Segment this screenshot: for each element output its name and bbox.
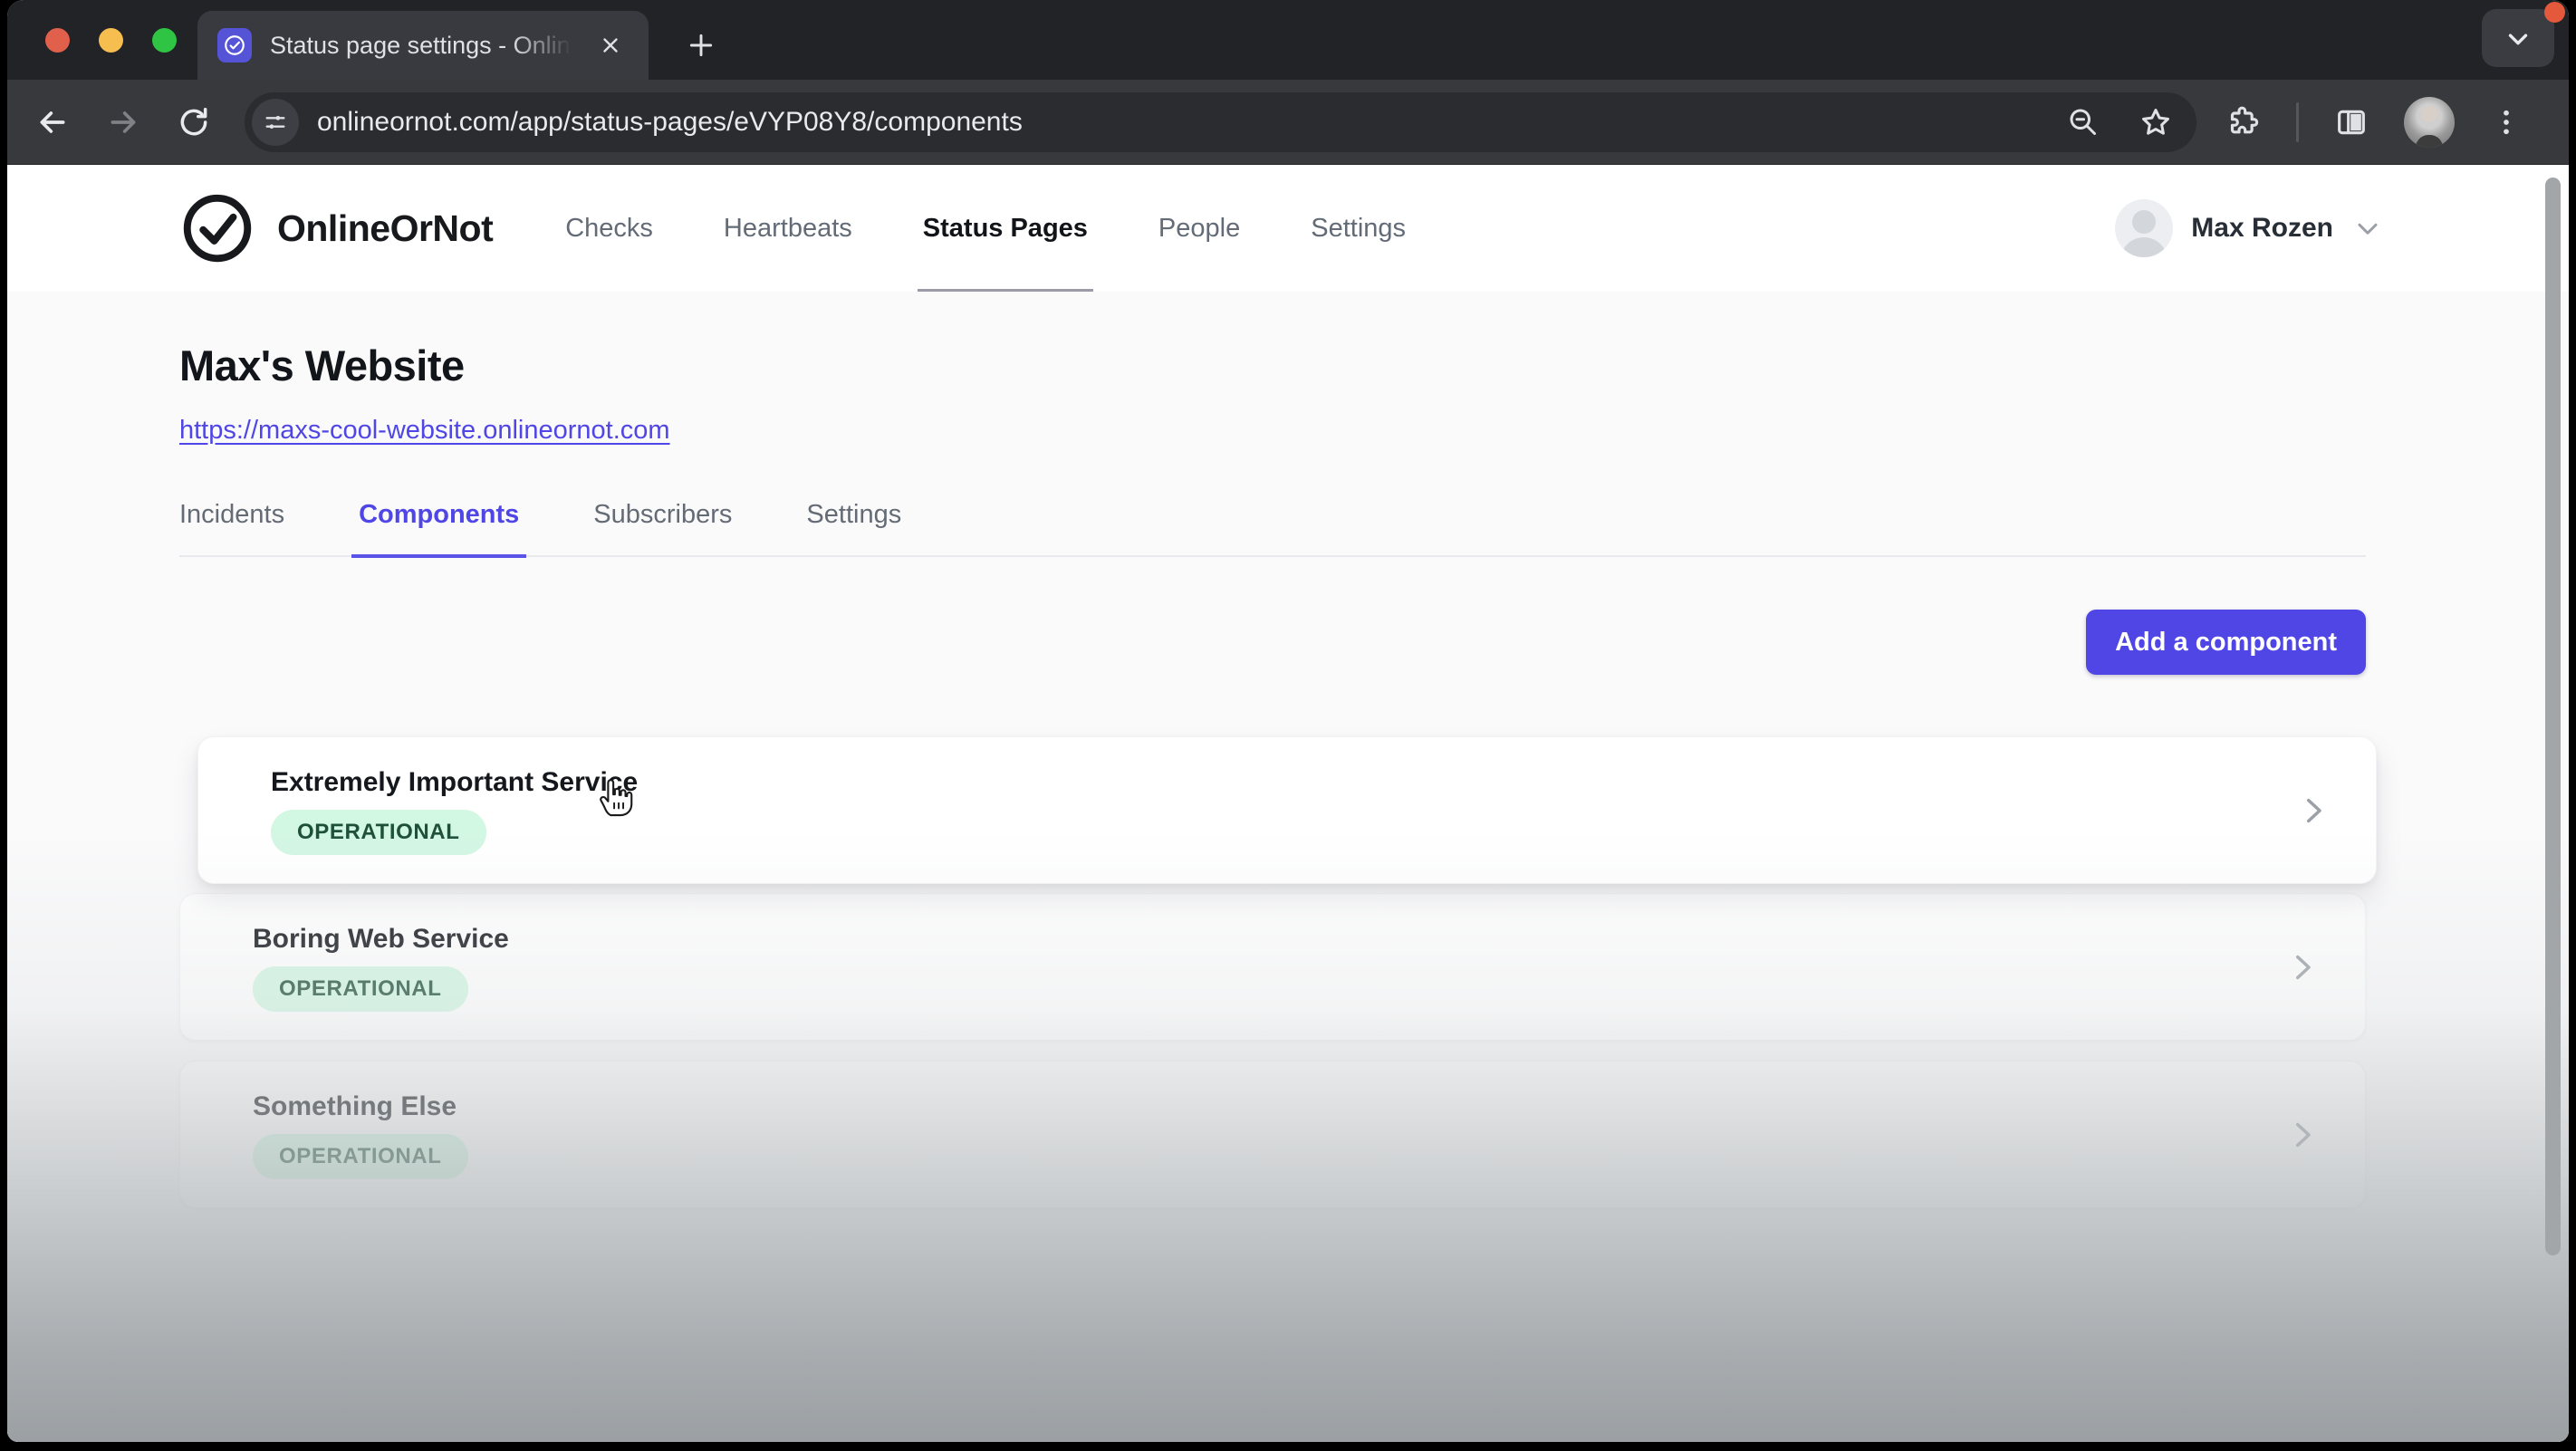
tab-subscribers[interactable]: Subscribers [593, 500, 732, 530]
brand[interactable]: OnlineOrNot [179, 190, 493, 266]
tab-search-chevron-button[interactable] [2482, 9, 2554, 67]
user-name: Max Rozen [2191, 213, 2333, 244]
extensions-icon[interactable] [2225, 104, 2262, 140]
recording-indicator-dot [2544, 2, 2565, 23]
close-window-button[interactable] [45, 28, 70, 53]
cursor-pointer-icon [595, 774, 637, 819]
component-card[interactable]: Boring Web Service OPERATIONAL [179, 893, 2366, 1041]
minimize-window-button[interactable] [99, 28, 123, 53]
main-nav: Checks Heartbeats Status Pages People Se… [565, 165, 1476, 292]
toolbar-divider [2296, 102, 2299, 142]
page-title: Max's Website [179, 341, 2366, 390]
traffic-lights [45, 28, 177, 53]
browser-window: Status page settings - Online [7, 0, 2569, 1442]
nav-item-status-pages[interactable]: Status Pages [923, 165, 1088, 292]
status-badge: OPERATIONAL [271, 810, 486, 855]
nav-item-heartbeats[interactable]: Heartbeats [724, 165, 852, 292]
maximize-window-button[interactable] [152, 28, 177, 53]
chevron-right-icon [2294, 792, 2332, 830]
chevron-right-icon [2283, 1116, 2321, 1154]
nav-item-people[interactable]: People [1158, 165, 1240, 292]
onlineornot-favicon-icon [217, 28, 252, 62]
page-tabs: Incidents Components Subscribers Setting… [179, 500, 2366, 557]
component-card[interactable]: Extremely Important Service OPERATIONAL [197, 736, 2377, 884]
browser-tab[interactable]: Status page settings - Online [197, 11, 649, 80]
brand-logo-icon [179, 190, 255, 266]
reload-icon[interactable] [168, 97, 219, 148]
component-card[interactable]: Something Else OPERATIONAL [179, 1061, 2366, 1208]
bookmark-star-icon[interactable] [2139, 105, 2173, 139]
nav-item-settings[interactable]: Settings [1311, 165, 1406, 292]
tab-title: Status page settings - Online [270, 32, 578, 60]
component-name: Something Else [253, 1091, 2365, 1122]
nav-item-checks[interactable]: Checks [565, 165, 653, 292]
new-tab-button[interactable] [679, 24, 723, 67]
chevron-down-icon [2351, 212, 2384, 245]
url-bar[interactable]: onlineornot.com/app/status-pages/eVYP08Y… [245, 92, 2196, 152]
chevron-right-icon [2283, 948, 2321, 986]
page-content: OnlineOrNot Checks Heartbeats Status Pag… [7, 165, 2569, 1442]
tab-components[interactable]: Components [359, 500, 519, 530]
status-page-link[interactable]: https://maxs-cool-website.onlineornot.co… [179, 416, 670, 446]
zoom-out-icon[interactable] [2066, 105, 2099, 139]
forward-icon[interactable] [98, 97, 149, 148]
side-panel-icon[interactable] [2333, 104, 2369, 140]
scrollbar-thumb[interactable] [2545, 178, 2561, 1255]
component-list: Extremely Important Service OPERATIONAL [179, 736, 2366, 1208]
status-badge: OPERATIONAL [253, 1134, 468, 1179]
tab-strip: Status page settings - Online [7, 0, 2569, 80]
brand-name: OnlineOrNot [277, 207, 493, 250]
browser-toolbar: onlineornot.com/app/status-pages/eVYP08Y… [7, 80, 2569, 165]
status-badge: OPERATIONAL [253, 966, 468, 1012]
tab-settings[interactable]: Settings [806, 500, 901, 530]
site-header: OnlineOrNot Checks Heartbeats Status Pag… [7, 165, 2569, 292]
url-text[interactable]: onlineornot.com/app/status-pages/eVYP08Y… [317, 107, 2048, 138]
component-name: Extremely Important Service [271, 767, 2376, 798]
back-icon[interactable] [27, 97, 78, 148]
tab-incidents[interactable]: Incidents [179, 500, 284, 530]
component-name: Boring Web Service [253, 924, 2365, 955]
page-body: Max's Website https://maxs-cool-website.… [7, 341, 2569, 1208]
add-component-button[interactable]: Add a component [2086, 610, 2366, 675]
browser-profile-avatar[interactable] [2404, 97, 2455, 148]
user-menu[interactable]: Max Rozen [2115, 199, 2384, 257]
close-tab-icon[interactable] [592, 27, 629, 63]
site-info-icon[interactable] [252, 99, 299, 146]
user-avatar [2115, 199, 2173, 257]
menu-kebab-icon[interactable] [2489, 105, 2523, 139]
